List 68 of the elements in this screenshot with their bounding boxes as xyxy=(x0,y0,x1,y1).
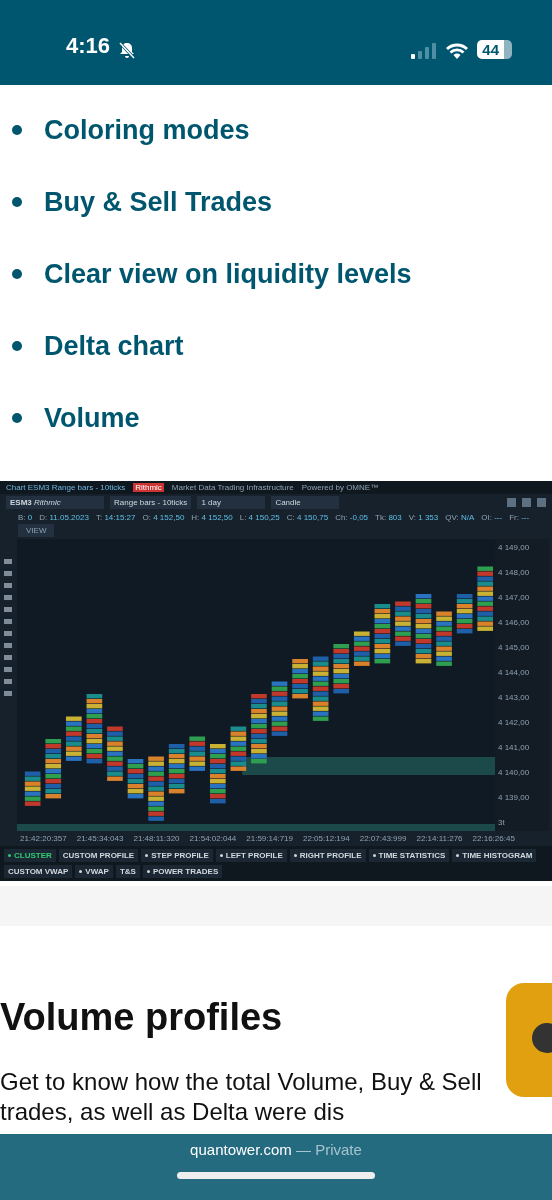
provider-note: Market Data Trading Infrastructure xyxy=(171,483,294,492)
price-label: 4 146,00 xyxy=(498,618,531,627)
period-dropdown[interactable]: 1 day xyxy=(197,496,266,509)
panel-tab[interactable]: RIGHT PROFILE xyxy=(289,849,366,862)
feature-item: Buy & Sell Trades xyxy=(12,185,273,219)
price-label: 4 148,00 xyxy=(498,568,531,577)
info-value: H: 4 152,50 xyxy=(191,513,233,522)
window-title: Chart ESM3 Range bars - 10ticks xyxy=(6,483,126,492)
aggregation-dropdown[interactable]: Range bars - 10ticks xyxy=(110,496,192,509)
clock: 4:16 xyxy=(66,33,111,59)
panel-tab[interactable]: STEP PROFILE xyxy=(141,849,213,862)
panel-tab[interactable]: CUSTOM VWAP xyxy=(4,865,73,878)
time-label: 21:42:20:357 xyxy=(20,834,67,843)
info-value: QV: N/A xyxy=(445,513,475,522)
price-label: 4 143,00 xyxy=(498,693,531,702)
panel-tab[interactable]: T&S xyxy=(115,865,140,878)
section-paragraph: Get to know how the total Volume, Buy & Sell trades, as well as Delta were dis xyxy=(0,1067,483,1127)
address-text[interactable]: quantower.com — Private xyxy=(190,1141,362,1158)
time-label: 22:14:11:276 xyxy=(416,834,463,843)
info-value: OI: --- xyxy=(481,513,503,522)
powered-note: Powered by OMNE™ xyxy=(301,483,379,492)
price-label: 4 145,00 xyxy=(498,643,531,652)
price-label: 4 140,00 xyxy=(498,768,531,777)
price-label: 4 139,00 xyxy=(498,793,531,802)
battery-indicator: 44 xyxy=(477,40,512,59)
style-dropdown[interactable]: Candle xyxy=(271,496,340,509)
feature-item: Coloring modes xyxy=(12,113,250,147)
panel-tab[interactable]: CLUSTER xyxy=(4,849,56,862)
price-label: 4 147,00 xyxy=(498,593,531,602)
panel-tab[interactable]: VWAP xyxy=(75,865,113,878)
info-value: B: 0 xyxy=(18,513,33,522)
panel-tab[interactable]: TIME HISTOGRAM xyxy=(452,849,537,862)
time-label: 22:16:26:45 xyxy=(472,834,515,843)
provider-logo: Rithmic xyxy=(133,483,164,492)
info-value: T: 14:15:27 xyxy=(95,513,136,522)
time-label: 21:48:11:320 xyxy=(133,834,180,843)
panel-tab[interactable]: CUSTOM PROFILE xyxy=(58,849,139,862)
price-label: 4 149,00 xyxy=(498,543,531,552)
info-value: D: 11.05.2023 xyxy=(39,513,89,522)
panel-tab[interactable]: LEFT PROFILE xyxy=(215,849,287,862)
feature-item: Clear view on liquidity levels xyxy=(12,257,412,291)
info-value: C: 4 150,75 xyxy=(286,513,329,522)
price-label: 4 141,00 xyxy=(498,743,531,752)
time-label: 21:59:14:719 xyxy=(246,834,293,843)
feature-item: Volume xyxy=(12,401,140,435)
time-label: 22:05:12:194 xyxy=(303,834,350,843)
info-value: L: 4 150,25 xyxy=(239,513,280,522)
panel-tab[interactable]: TIME STATISTICS xyxy=(368,849,450,862)
info-value: Fr: --- xyxy=(509,513,530,522)
info-value: Tk: 803 xyxy=(375,513,402,522)
symbol-field[interactable]: ESM3 Rithmic xyxy=(6,496,104,509)
price-label: 4 142,00 xyxy=(498,718,531,727)
signal-icon xyxy=(411,43,438,59)
time-label: 21:45:34:043 xyxy=(76,834,124,843)
info-value: V: 1 353 xyxy=(408,513,439,522)
panel-tab[interactable]: POWER TRADES xyxy=(142,865,223,878)
view-button[interactable]: VIEW xyxy=(18,524,55,537)
feature-item: Delta chart xyxy=(12,329,184,363)
muted-bell-icon xyxy=(118,41,137,59)
section-heading: Volume profiles xyxy=(0,996,284,1039)
time-label: 21:54:02:044 xyxy=(189,834,237,843)
info-value: O: 4 152,50 xyxy=(142,513,185,522)
home-indicator[interactable] xyxy=(177,1172,375,1179)
time-label: 22:07:43:999 xyxy=(359,834,407,843)
zoom-label: 3t xyxy=(498,818,506,827)
wifi-icon xyxy=(445,42,470,59)
price-label: 4 144,00 xyxy=(498,668,531,677)
info-value: Ch: -0,05 xyxy=(335,513,369,522)
